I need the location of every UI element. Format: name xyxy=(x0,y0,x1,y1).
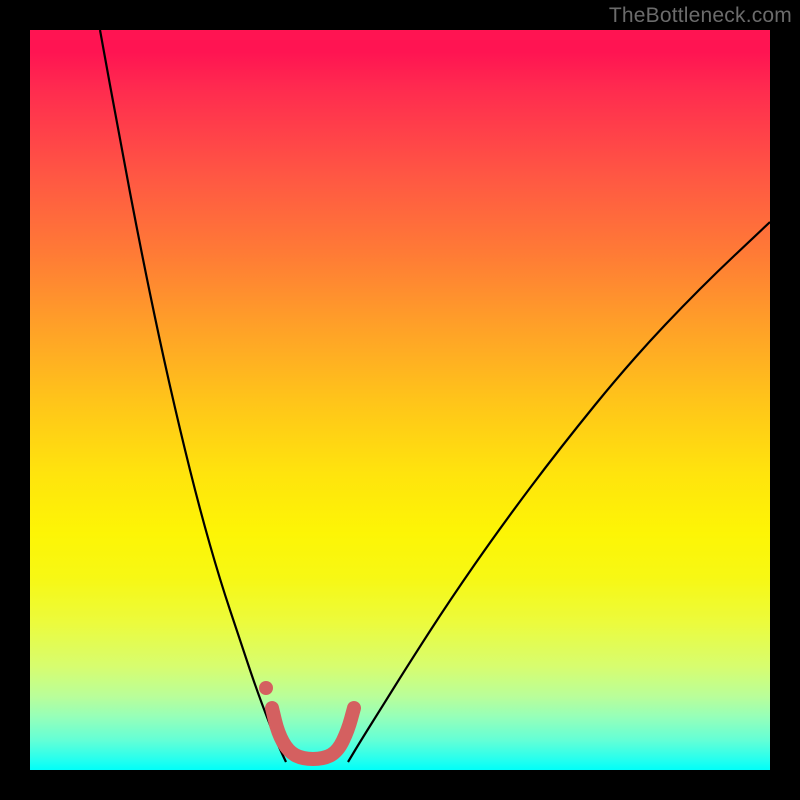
curve-layer xyxy=(30,30,770,770)
trough-marker xyxy=(272,708,354,759)
plot-area xyxy=(30,30,770,770)
watermark-text: TheBottleneck.com xyxy=(609,4,792,28)
right-curve xyxy=(348,222,770,762)
chart-frame: TheBottleneck.com xyxy=(0,0,800,800)
left-curve xyxy=(100,30,286,762)
left-dot-icon xyxy=(259,681,273,695)
